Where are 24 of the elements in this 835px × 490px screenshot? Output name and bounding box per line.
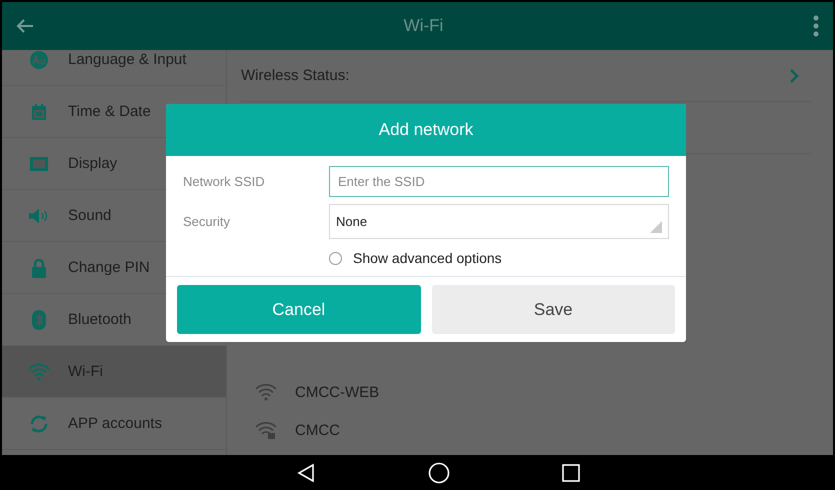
dialog-title: Add network: [166, 104, 686, 156]
dropdown-corner-icon: [650, 221, 662, 233]
ssid-input-field[interactable]: Enter the SSID: [329, 166, 669, 197]
home-icon[interactable]: [428, 462, 450, 484]
sidebar-item[interactable]: Language & Input: [2, 50, 226, 86]
wifi-icon: [28, 362, 50, 380]
chevron-right-icon: [789, 68, 799, 82]
sync-icon: [28, 412, 50, 434]
cancel-button[interactable]: Cancel: [177, 285, 420, 334]
speaker-icon: [28, 206, 50, 224]
display-icon: [28, 154, 50, 172]
radio-button[interactable]: [329, 252, 342, 264]
wireless-status-row[interactable]: Wireless Status:: [241, 50, 811, 102]
recent-apps-icon[interactable]: [562, 464, 580, 482]
advanced-options-label: Show advanced options: [353, 250, 502, 266]
network-item[interactable]: CMCC: [241, 411, 833, 449]
screen-title: Wi-Fi: [402, 16, 444, 36]
back-icon[interactable]: [296, 462, 316, 482]
save-button[interactable]: Save: [432, 285, 675, 334]
back-arrow-icon[interactable]: [16, 18, 34, 34]
security-dropdown[interactable]: None: [329, 204, 669, 239]
more-menu-icon[interactable]: [813, 15, 819, 37]
network-item[interactable]: CMCC-WEB: [241, 373, 833, 411]
sidebar-item[interactable]: APP accounts: [2, 398, 226, 450]
